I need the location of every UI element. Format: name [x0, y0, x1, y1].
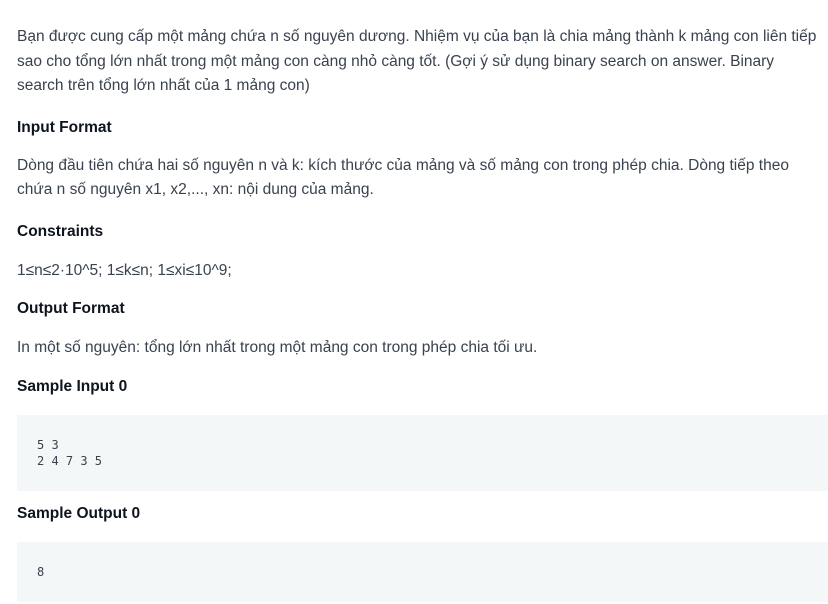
constraints-text: 1≤n≤2·10^5; 1≤k≤n; 1≤xi≤10^9;: [17, 261, 232, 279]
constraints-heading: Constraints: [17, 222, 104, 240]
output-format-heading: Output Format: [17, 300, 125, 317]
input-format-heading: Input Format: [17, 118, 112, 136]
input-format-text: Dòng đầu tiên chứa hai số nguyên n và k:…: [17, 156, 789, 199]
sample-input-line: 5 3: [37, 437, 59, 452]
sample-output-line: 8: [37, 564, 45, 579]
problem-statement-container: Bạn được cung cấp một mảng chứa n số ngu…: [17, 25, 828, 602]
sample-input-line: 2 4 7 3 5: [37, 453, 103, 468]
sample-input-code-block[interactable]: 5 3 2 4 7 3 5: [17, 414, 828, 491]
output-format-text: In một số nguyên: tổng lớn nhất trong mộ…: [17, 339, 538, 356]
sample-output-heading: Sample Output 0: [17, 504, 141, 522]
sample-input-heading: Sample Input 0: [17, 377, 128, 395]
problem-description: Bạn được cung cấp một mảng chứa n số ngu…: [17, 28, 817, 94]
sample-output-code-block[interactable]: 8: [17, 541, 828, 602]
